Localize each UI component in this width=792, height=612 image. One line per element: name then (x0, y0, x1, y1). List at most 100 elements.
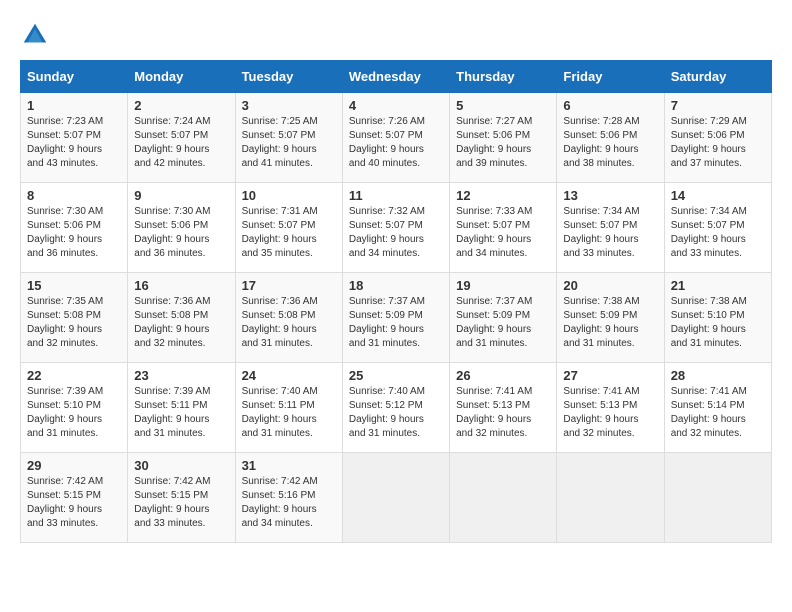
week-row-4: 22 Sunrise: 7:39 AMSunset: 5:10 PMDayligh… (21, 363, 772, 453)
day-number: 8 (27, 188, 121, 203)
day-number: 9 (134, 188, 228, 203)
week-row-5: 29 Sunrise: 7:42 AMSunset: 5:15 PMDayligh… (21, 453, 772, 543)
day-cell (557, 453, 664, 543)
day-header-monday: Monday (128, 61, 235, 93)
day-cell: 25Sunrise: 7:40 AMSunset: 5:12 PMDayligh… (342, 363, 449, 453)
day-info: Sunrise: 7:23 AMSunset: 5:07 PMDaylight:… (27, 116, 103, 169)
day-info: Sunrise: 7:31 AMSunset: 5:07 PMDaylight:… (242, 206, 318, 259)
day-number: 19 (456, 278, 550, 293)
day-header-wednesday: Wednesday (342, 61, 449, 93)
day-number: 14 (671, 188, 765, 203)
day-info: Sunrise: 7:34 AMSunset: 5:07 PMDaylight:… (671, 206, 747, 259)
day-number: 28 (671, 368, 765, 383)
day-cell: 20 Sunrise: 7:38 AMSunset: 5:09 PMDayligh… (557, 273, 664, 363)
day-header-tuesday: Tuesday (235, 61, 342, 93)
day-cell: 28 Sunrise: 7:41 AMSunset: 5:14 PMDayligh… (664, 363, 771, 453)
day-header-sunday: Sunday (21, 61, 128, 93)
day-info: Sunrise: 7:41 AMSunset: 5:13 PMDaylight:… (456, 386, 532, 439)
day-cell: 31Sunrise: 7:42 AMSunset: 5:16 PMDayligh… (235, 453, 342, 543)
day-cell: 14 Sunrise: 7:34 AMSunset: 5:07 PMDayligh… (664, 183, 771, 273)
day-cell: 27 Sunrise: 7:41 AMSunset: 5:13 PMDayligh… (557, 363, 664, 453)
day-number: 21 (671, 278, 765, 293)
day-cell: 2 Sunrise: 7:24 AMSunset: 5:07 PMDaylight… (128, 93, 235, 183)
day-header-thursday: Thursday (450, 61, 557, 93)
day-info: Sunrise: 7:34 AMSunset: 5:07 PMDaylight:… (563, 206, 639, 259)
week-row-1: 1Sunrise: 7:23 AMSunset: 5:07 PMDaylight… (21, 93, 772, 183)
day-cell: 10 Sunrise: 7:31 AMSunset: 5:07 PMDayligh… (235, 183, 342, 273)
day-cell (450, 453, 557, 543)
day-info: Sunrise: 7:42 AMSunset: 5:15 PMDaylight:… (27, 476, 103, 529)
header-row: SundayMondayTuesdayWednesdayThursdayFrid… (21, 61, 772, 93)
day-number: 31 (242, 458, 336, 473)
day-cell: 7Sunrise: 7:29 AMSunset: 5:06 PMDaylight… (664, 93, 771, 183)
day-number: 26 (456, 368, 550, 383)
day-cell: 23 Sunrise: 7:39 AMSunset: 5:11 PMDayligh… (128, 363, 235, 453)
day-info: Sunrise: 7:25 AMSunset: 5:07 PMDaylight:… (242, 116, 318, 169)
day-info: Sunrise: 7:39 AMSunset: 5:11 PMDaylight:… (134, 386, 210, 439)
day-cell (342, 453, 449, 543)
day-info: Sunrise: 7:37 AMSunset: 5:09 PMDaylight:… (456, 296, 532, 349)
day-number: 22 (27, 368, 121, 383)
day-cell: 24 Sunrise: 7:40 AMSunset: 5:11 PMDayligh… (235, 363, 342, 453)
day-number: 10 (242, 188, 336, 203)
day-number: 13 (563, 188, 657, 203)
day-info: Sunrise: 7:39 AMSunset: 5:10 PMDaylight:… (27, 386, 103, 439)
page-header (20, 20, 772, 50)
day-info: Sunrise: 7:33 AMSunset: 5:07 PMDaylight:… (456, 206, 532, 259)
day-header-saturday: Saturday (664, 61, 771, 93)
day-info: Sunrise: 7:30 AMSunset: 5:06 PMDaylight:… (27, 206, 103, 259)
day-cell: 1Sunrise: 7:23 AMSunset: 5:07 PMDaylight… (21, 93, 128, 183)
day-number: 27 (563, 368, 657, 383)
day-number: 24 (242, 368, 336, 383)
day-info: Sunrise: 7:41 AMSunset: 5:13 PMDaylight:… (563, 386, 639, 439)
day-number: 12 (456, 188, 550, 203)
day-number: 23 (134, 368, 228, 383)
day-number: 15 (27, 278, 121, 293)
day-cell: 12 Sunrise: 7:33 AMSunset: 5:07 PMDayligh… (450, 183, 557, 273)
day-info: Sunrise: 7:37 AMSunset: 5:09 PMDaylight:… (349, 296, 425, 349)
day-cell: 26 Sunrise: 7:41 AMSunset: 5:13 PMDayligh… (450, 363, 557, 453)
day-number: 11 (349, 188, 443, 203)
day-info: Sunrise: 7:28 AMSunset: 5:06 PMDaylight:… (563, 116, 639, 169)
day-info: Sunrise: 7:36 AMSunset: 5:08 PMDaylight:… (242, 296, 318, 349)
day-info: Sunrise: 7:32 AMSunset: 5:07 PMDaylight:… (349, 206, 425, 259)
week-row-3: 15 Sunrise: 7:35 AMSunset: 5:08 PMDayligh… (21, 273, 772, 363)
day-cell: 19 Sunrise: 7:37 AMSunset: 5:09 PMDayligh… (450, 273, 557, 363)
day-cell: 22 Sunrise: 7:39 AMSunset: 5:10 PMDayligh… (21, 363, 128, 453)
day-info: Sunrise: 7:29 AMSunset: 5:06 PMDaylight:… (671, 116, 747, 169)
logo-icon (20, 20, 50, 50)
day-info: Sunrise: 7:40 AMSunset: 5:12 PMDaylight:… (349, 386, 425, 439)
day-info: Sunrise: 7:30 AMSunset: 5:06 PMDaylight:… (134, 206, 210, 259)
day-cell: 8 Sunrise: 7:30 AMSunset: 5:06 PMDaylight… (21, 183, 128, 273)
day-info: Sunrise: 7:38 AMSunset: 5:10 PMDaylight:… (671, 296, 747, 349)
day-cell: 11 Sunrise: 7:32 AMSunset: 5:07 PMDayligh… (342, 183, 449, 273)
day-cell: 29 Sunrise: 7:42 AMSunset: 5:15 PMDayligh… (21, 453, 128, 543)
day-info: Sunrise: 7:36 AMSunset: 5:08 PMDaylight:… (134, 296, 210, 349)
day-header-friday: Friday (557, 61, 664, 93)
day-number: 5 (456, 98, 550, 113)
logo (20, 20, 52, 50)
day-number: 6 (563, 98, 657, 113)
day-number: 30 (134, 458, 228, 473)
day-cell: 5 Sunrise: 7:27 AMSunset: 5:06 PMDaylight… (450, 93, 557, 183)
day-info: Sunrise: 7:27 AMSunset: 5:06 PMDaylight:… (456, 116, 532, 169)
day-info: Sunrise: 7:38 AMSunset: 5:09 PMDaylight:… (563, 296, 639, 349)
day-cell: 16Sunrise: 7:36 AMSunset: 5:08 PMDayligh… (128, 273, 235, 363)
day-cell: 6 Sunrise: 7:28 AMSunset: 5:06 PMDaylight… (557, 93, 664, 183)
day-info: Sunrise: 7:35 AMSunset: 5:08 PMDaylight:… (27, 296, 103, 349)
day-number: 29 (27, 458, 121, 473)
day-info: Sunrise: 7:24 AMSunset: 5:07 PMDaylight:… (134, 116, 210, 169)
day-cell: 9 Sunrise: 7:30 AMSunset: 5:06 PMDaylight… (128, 183, 235, 273)
day-info: Sunrise: 7:41 AMSunset: 5:14 PMDaylight:… (671, 386, 747, 439)
day-cell: 13 Sunrise: 7:34 AMSunset: 5:07 PMDayligh… (557, 183, 664, 273)
day-cell: 17Sunrise: 7:36 AMSunset: 5:08 PMDayligh… (235, 273, 342, 363)
day-number: 2 (134, 98, 228, 113)
day-number: 3 (242, 98, 336, 113)
day-info: Sunrise: 7:26 AMSunset: 5:07 PMDaylight:… (349, 116, 425, 169)
day-cell: 30Sunrise: 7:42 AMSunset: 5:15 PMDayligh… (128, 453, 235, 543)
day-cell: 15 Sunrise: 7:35 AMSunset: 5:08 PMDayligh… (21, 273, 128, 363)
calendar-table: SundayMondayTuesdayWednesdayThursdayFrid… (20, 60, 772, 543)
day-cell: 3 Sunrise: 7:25 AMSunset: 5:07 PMDaylight… (235, 93, 342, 183)
day-number: 20 (563, 278, 657, 293)
day-info: Sunrise: 7:40 AMSunset: 5:11 PMDaylight:… (242, 386, 318, 439)
